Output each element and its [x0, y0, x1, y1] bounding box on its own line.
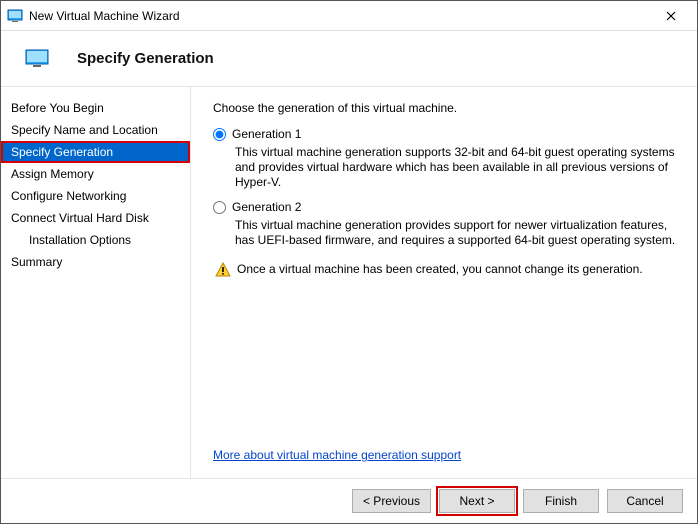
- window-title: New Virtual Machine Wizard: [29, 9, 651, 23]
- app-icon: [7, 8, 23, 24]
- radio-gen2-label: Generation 2: [232, 200, 301, 214]
- more-info-link[interactable]: More about virtual machine generation su…: [213, 448, 679, 462]
- sidebar-item-specify-name-location[interactable]: Specify Name and Location: [1, 119, 190, 141]
- radio-gen1-label: Generation 1: [232, 127, 301, 141]
- sidebar-item-connect-vhd[interactable]: Connect Virtual Hard Disk: [1, 207, 190, 229]
- wizard-header: Specify Generation: [1, 31, 697, 87]
- radio-gen2[interactable]: [213, 201, 226, 214]
- next-button[interactable]: Next >: [439, 489, 515, 513]
- sidebar-item-summary[interactable]: Summary: [1, 251, 190, 273]
- warning-icon: [215, 262, 231, 278]
- cancel-button[interactable]: Cancel: [607, 489, 683, 513]
- footer: < Previous Next > Finish Cancel: [1, 478, 697, 523]
- sidebar-item-specify-generation[interactable]: Specify Generation: [1, 141, 190, 163]
- gen1-description: This virtual machine generation supports…: [235, 145, 679, 190]
- content-pane: Choose the generation of this virtual ma…: [191, 87, 697, 478]
- sidebar-item-configure-networking[interactable]: Configure Networking: [1, 185, 190, 207]
- finish-button[interactable]: Finish: [523, 489, 599, 513]
- sidebar-item-before-you-begin[interactable]: Before You Begin: [1, 97, 190, 119]
- option-gen1[interactable]: Generation 1: [213, 127, 679, 141]
- option-gen2[interactable]: Generation 2: [213, 200, 679, 214]
- titlebar: New Virtual Machine Wizard: [1, 1, 697, 31]
- warning-text: Once a virtual machine has been created,…: [237, 262, 643, 276]
- previous-button[interactable]: < Previous: [352, 489, 431, 513]
- intro-text: Choose the generation of this virtual ma…: [213, 101, 679, 115]
- gen2-description: This virtual machine generation provides…: [235, 218, 679, 248]
- sidebar-item-installation-options[interactable]: Installation Options: [1, 229, 190, 251]
- wizard-window: New Virtual Machine Wizard Specify Gener…: [0, 0, 698, 524]
- sidebar-item-assign-memory[interactable]: Assign Memory: [1, 163, 190, 185]
- close-button[interactable]: [651, 2, 691, 30]
- warning-row: Once a virtual machine has been created,…: [215, 262, 679, 278]
- vm-icon: [25, 49, 49, 69]
- radio-gen1[interactable]: [213, 128, 226, 141]
- sidebar: Before You Begin Specify Name and Locati…: [1, 87, 191, 478]
- wizard-body: Before You Begin Specify Name and Locati…: [1, 87, 697, 478]
- page-heading: Specify Generation: [77, 50, 214, 67]
